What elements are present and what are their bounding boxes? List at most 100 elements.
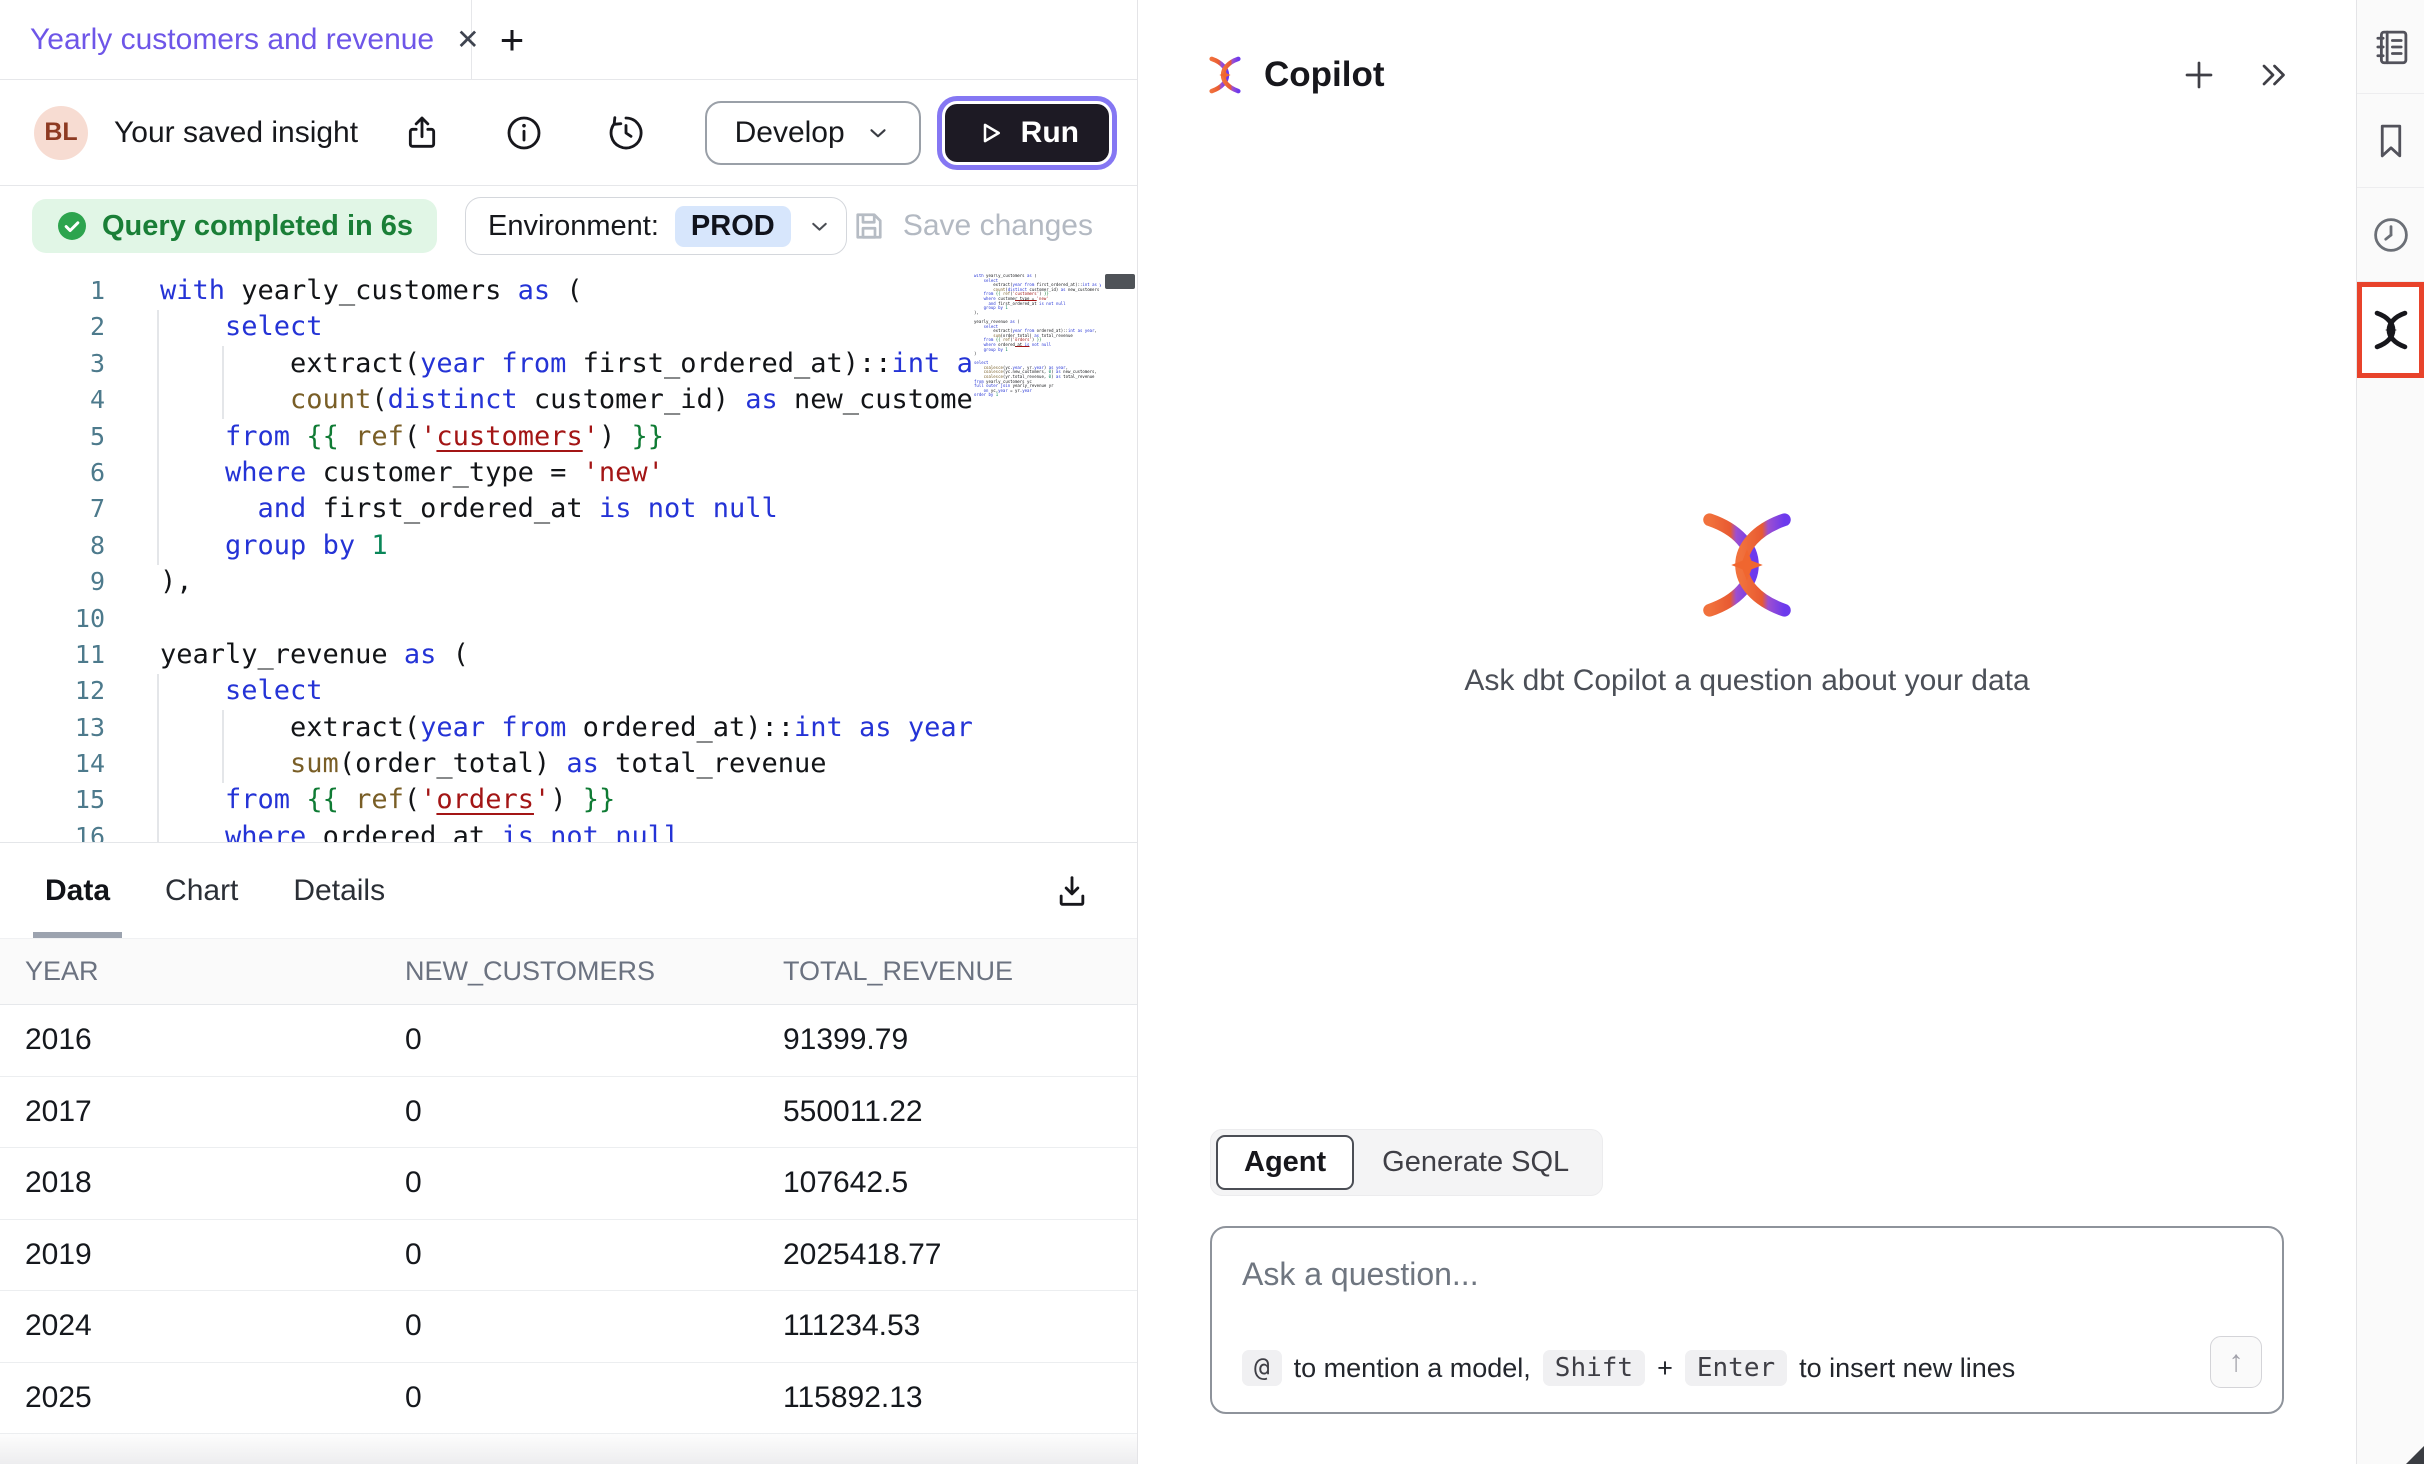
copilot-empty-state-text: Ask dbt Copilot a question about your da… bbox=[1464, 664, 2029, 698]
query-workspace: Yearly customers and revenue ✕ + BL Your… bbox=[0, 0, 1137, 1464]
table-cell: 0 bbox=[380, 1362, 758, 1434]
table-cell: 91399.79 bbox=[758, 1005, 1137, 1077]
table-cell: 115892.13 bbox=[758, 1362, 1137, 1434]
shift-key-hint: Shift bbox=[1543, 1350, 1645, 1386]
info-button[interactable] bbox=[501, 110, 547, 156]
rail-bookmark-button[interactable] bbox=[2357, 94, 2424, 188]
collapse-panel-button[interactable] bbox=[2250, 52, 2296, 98]
results-tabs: Data Chart Details bbox=[0, 843, 1137, 938]
editor-minimap[interactable]: with yearly_customers as ( select extrac… bbox=[974, 274, 1101, 834]
environment-value-pill: PROD bbox=[675, 206, 791, 247]
table-row[interactable]: 20240111234.53 bbox=[0, 1291, 1137, 1363]
newline-hint-text: to insert new lines bbox=[1799, 1353, 2015, 1384]
line-number: 4 bbox=[0, 382, 105, 418]
run-label: Run bbox=[1021, 116, 1079, 150]
history-icon bbox=[606, 113, 646, 153]
ask-question-input[interactable] bbox=[1212, 1228, 2282, 1320]
avatar: BL bbox=[34, 106, 88, 160]
arrow-up-icon: ↑ bbox=[2229, 1345, 2244, 1379]
develop-label: Develop bbox=[735, 116, 845, 150]
line-number: 15 bbox=[0, 782, 105, 818]
bookmark-icon bbox=[2370, 120, 2412, 162]
mode-agent[interactable]: Agent bbox=[1216, 1135, 1354, 1190]
environment-label: Environment: bbox=[488, 210, 659, 243]
line-number: 9 bbox=[0, 564, 105, 600]
line-number: 6 bbox=[0, 455, 105, 491]
copilot-input-area: AgentGenerate SQL @ to mention a model, … bbox=[1210, 1129, 2284, 1414]
table-cell: 2017 bbox=[0, 1076, 380, 1148]
save-changes-button[interactable]: Save changes bbox=[851, 208, 1093, 244]
table-cell: 2025 bbox=[0, 1362, 380, 1434]
table-row[interactable]: 20170550011.22 bbox=[0, 1076, 1137, 1148]
table-row[interactable]: 2016091399.79 bbox=[0, 1005, 1137, 1077]
mode-generate-sql[interactable]: Generate SQL bbox=[1354, 1135, 1597, 1190]
table-cell: 0 bbox=[380, 1219, 758, 1291]
copilot-empty-state: Ask dbt Copilot a question about your da… bbox=[1138, 506, 2356, 698]
column-header: YEAR bbox=[0, 939, 380, 1005]
new-tab-button[interactable]: + bbox=[472, 0, 552, 79]
indent-guide bbox=[222, 710, 224, 783]
table-cell: 2019 bbox=[0, 1219, 380, 1291]
rail-copilot-button[interactable] bbox=[2357, 282, 2424, 378]
rail-history-button[interactable] bbox=[2357, 188, 2424, 282]
copilot-header: Copilot bbox=[1138, 0, 2356, 98]
download-icon bbox=[1052, 871, 1092, 911]
table-row[interactable]: 201902025418.77 bbox=[0, 1219, 1137, 1291]
table-cell: 550011.22 bbox=[758, 1076, 1137, 1148]
history-button[interactable] bbox=[603, 110, 649, 156]
tab-yearly-customers-and-revenue[interactable]: Yearly customers and revenue ✕ bbox=[0, 0, 472, 79]
column-header: NEW_CUSTOMERS bbox=[380, 939, 758, 1005]
line-number: 3 bbox=[0, 346, 105, 382]
minimap-code: with yearly_customers as ( select extrac… bbox=[974, 274, 1101, 398]
line-number: 5 bbox=[0, 419, 105, 455]
right-rail bbox=[2356, 0, 2424, 1464]
rail-spacer bbox=[2357, 378, 2424, 1464]
develop-dropdown[interactable]: Develop bbox=[705, 101, 921, 165]
column-header: TOTAL_REVENUE bbox=[758, 939, 1137, 1005]
notebook-icon bbox=[2370, 26, 2412, 68]
results-tab-details[interactable]: Details bbox=[293, 843, 385, 938]
table-cell: 2024 bbox=[0, 1291, 380, 1363]
resize-handle[interactable] bbox=[2406, 1446, 2424, 1464]
editor-scrollbar-thumb[interactable] bbox=[1105, 274, 1135, 289]
history-icon bbox=[2370, 214, 2412, 256]
share-button[interactable] bbox=[399, 110, 445, 156]
ask-question-box: @ to mention a model, Shift + Enter to i… bbox=[1210, 1226, 2284, 1414]
line-number: 13 bbox=[0, 710, 105, 746]
editor-gutter: 1234567891011121314151617181920212223242… bbox=[0, 273, 105, 842]
indent-guide bbox=[157, 310, 159, 565]
results-table-header: YEARNEW_CUSTOMERSTOTAL_REVENUE bbox=[0, 939, 1137, 1005]
table-cell: 0 bbox=[380, 1291, 758, 1363]
table-row[interactable]: 20250115892.13 bbox=[0, 1362, 1137, 1434]
table-cell: 2025418.77 bbox=[758, 1219, 1137, 1291]
results-table: YEARNEW_CUSTOMERSTOTAL_REVENUE 201609139… bbox=[0, 938, 1137, 1434]
rail-notebook-button[interactable] bbox=[2357, 0, 2424, 94]
query-status-text: Query completed in 6s bbox=[102, 210, 413, 243]
dbt-ide-window: Yearly customers and revenue ✕ + BL Your… bbox=[0, 0, 2424, 1464]
results-table-body: 2016091399.7920170550011.2220180107642.5… bbox=[0, 1005, 1137, 1434]
dbt-copilot-logo-icon bbox=[1204, 54, 1246, 96]
new-chat-button[interactable] bbox=[2176, 52, 2222, 98]
input-hint: @ to mention a model, Shift + Enter to i… bbox=[1242, 1350, 2015, 1386]
results-tab-chart[interactable]: Chart bbox=[165, 843, 238, 938]
table-row[interactable]: 20180107642.5 bbox=[0, 1148, 1137, 1220]
line-number: 2 bbox=[0, 309, 105, 345]
download-button[interactable] bbox=[1049, 868, 1095, 914]
code-line[interactable]: order by 1 bbox=[974, 393, 1101, 398]
plus-hint-text: + bbox=[1657, 1353, 1673, 1384]
table-cell: 2016 bbox=[0, 1005, 380, 1077]
save-changes-label: Save changes bbox=[903, 209, 1093, 243]
chevron-down-icon bbox=[865, 120, 891, 146]
double-chevron-right-icon bbox=[2255, 57, 2291, 93]
line-number: 12 bbox=[0, 673, 105, 709]
copilot-icon bbox=[2369, 308, 2413, 352]
environment-select[interactable]: Environment: PROD bbox=[465, 197, 847, 255]
sql-editor[interactable]: 1234567891011121314151617181920212223242… bbox=[0, 266, 1137, 842]
send-button[interactable]: ↑ bbox=[2210, 1336, 2262, 1388]
run-button[interactable]: Run bbox=[945, 104, 1109, 162]
table-cell: 107642.5 bbox=[758, 1148, 1137, 1220]
check-circle-icon bbox=[56, 210, 88, 242]
copilot-panel: Copilot Ask dbt Copilot a question about… bbox=[1137, 0, 2356, 1464]
dbt-copilot-logo-large bbox=[1688, 506, 1806, 624]
results-tab-data[interactable]: Data bbox=[45, 843, 110, 938]
